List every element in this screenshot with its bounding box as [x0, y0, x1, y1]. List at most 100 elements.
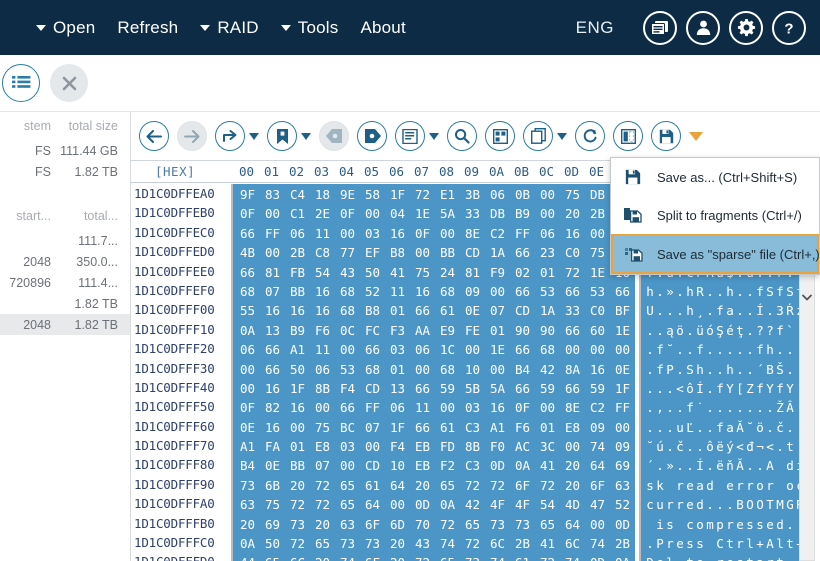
hex-byte[interactable]: 59 [585, 379, 610, 398]
ascii-char[interactable] [715, 476, 725, 495]
ascii-char[interactable]: a [695, 476, 705, 495]
ascii-char[interactable]: r [665, 534, 675, 553]
hex-byte[interactable]: 72 [560, 263, 585, 282]
hex-byte[interactable]: 00 [610, 340, 635, 359]
table-row[interactable]: FS 1.82 TB [0, 161, 130, 182]
ascii-char[interactable]: . [675, 456, 685, 475]
menu-item-about[interactable]: About [360, 18, 405, 38]
hex-byte[interactable]: B9 [285, 321, 310, 340]
ascii-char[interactable]: t [685, 553, 695, 561]
hex-byte[interactable]: 68 [335, 301, 360, 320]
hex-byte-grid[interactable]: 9F83C4189E581F72E13B060B0075DBA30F00C12E… [231, 184, 635, 561]
hex-byte[interactable]: FB [285, 263, 310, 282]
hex-byte[interactable]: 73 [285, 515, 310, 534]
ascii-row[interactable]: h.».hR..h..fSfSf [641, 281, 812, 300]
ascii-char[interactable]: . [715, 398, 725, 417]
hex-byte[interactable]: 68 [535, 340, 560, 359]
ascii-row[interactable]: .fP.Sh..h..´BŠ.. [641, 359, 812, 378]
hex-row[interactable]: 44656C20746F20726573746172740D0A [235, 552, 635, 561]
ascii-char[interactable]: Z [745, 379, 755, 398]
hex-byte[interactable]: 6F [585, 476, 610, 495]
hex-byte[interactable]: 73 [485, 515, 510, 534]
hex-row[interactable]: 00 16 1F 8B F4 CD 13 66 59 5B 5A 66 59 66 59 1F [235, 378, 635, 397]
ascii-char[interactable]: . [785, 418, 795, 437]
ascii-char[interactable]: e [725, 553, 735, 561]
hex-byte[interactable]: 24 [435, 263, 460, 282]
ascii-char[interactable]: f [775, 282, 785, 301]
hex-byte[interactable]: 0F [235, 398, 260, 417]
menu-item-save-as[interactable]: Save as... (Ctrl+Shift+S) [611, 158, 819, 196]
hex-byte[interactable]: 00 [460, 340, 485, 359]
hex-byte[interactable]: 72 [535, 476, 560, 495]
ascii-char[interactable]: . [715, 360, 725, 379]
ascii-char[interactable]: + [755, 534, 765, 553]
scroll-down-arrow-icon[interactable] [800, 289, 814, 305]
hex-byte[interactable]: 33 [460, 204, 485, 223]
ascii-char[interactable]: l [775, 534, 785, 553]
hex-byte[interactable]: BB [285, 456, 310, 475]
ascii-char[interactable]: h [725, 282, 735, 301]
ascii-char[interactable]: ö [755, 418, 765, 437]
hex-byte[interactable]: 2B [510, 534, 535, 553]
close-icon[interactable] [50, 64, 88, 102]
hex-byte[interactable]: 0F [335, 204, 360, 223]
ascii-char[interactable]: . [655, 418, 665, 437]
ascii-char[interactable]: . [685, 437, 695, 456]
hex-byte[interactable]: 07 [260, 282, 285, 301]
ascii-char[interactable]: S [685, 360, 695, 379]
ascii-row[interactable]: curred...BOOTMGR [641, 494, 812, 513]
ascii-char[interactable]: k [655, 476, 665, 495]
hex-row[interactable]: 20 69 73 20 63 6F 6D 70 72 65 73 73 65 64 00 0D [235, 514, 635, 533]
hex-row[interactable]: 6681FB54435041752481F90201721E16 [235, 262, 635, 281]
ascii-char[interactable]: . [695, 437, 705, 456]
hex-byte[interactable]: 00 [560, 340, 585, 359]
hex-byte[interactable]: 8E [560, 398, 585, 417]
hex-byte[interactable]: 50 [260, 534, 285, 553]
ascii-char[interactable]: r [745, 476, 755, 495]
ascii-char[interactable]: S [765, 282, 775, 301]
hex-byte[interactable]: A1 [285, 340, 310, 359]
hex-row[interactable]: 0E 16 00 75 BC 07 1F 66 61 C3 A1 F6 01 E8 09 00 [235, 417, 635, 436]
hex-row[interactable]: 4B002BC877EFB800BBCD1A6623C0752D [235, 242, 635, 261]
ascii-char[interactable]: c [645, 495, 655, 514]
ascii-char[interactable]: ? [765, 321, 775, 340]
ascii-row[interactable]: ...<ôÍ.fY[ZfYfY. [641, 378, 812, 397]
ascii-char[interactable]: ô [705, 437, 715, 456]
hex-byte[interactable]: 65 [460, 515, 485, 534]
ascii-char[interactable]: h [685, 282, 695, 301]
ascii-char[interactable]: Í [755, 301, 765, 320]
hex-byte[interactable]: 11 [310, 340, 335, 359]
ascii-char[interactable]: r [765, 476, 775, 495]
hex-byte[interactable]: 0F [235, 204, 260, 223]
hex-byte[interactable]: B8 [360, 301, 385, 320]
hex-byte[interactable]: 00 [410, 243, 435, 262]
hex-byte[interactable]: 6F [360, 515, 385, 534]
hex-byte[interactable]: 52 [610, 495, 635, 514]
hex-byte[interactable]: FF [510, 224, 535, 243]
hex-byte[interactable]: 73 [460, 553, 485, 561]
hex-byte[interactable]: 1F [285, 379, 310, 398]
ascii-char[interactable]: Ľ [685, 418, 695, 437]
ascii-char[interactable]: . [655, 379, 665, 398]
ascii-char[interactable]: o [695, 553, 705, 561]
hex-byte[interactable]: 1E [485, 340, 510, 359]
ascii-char[interactable]: . [745, 321, 755, 340]
hex-byte[interactable]: 0A [610, 553, 635, 561]
hex-byte[interactable]: 42 [460, 495, 485, 514]
hex-byte[interactable]: 00 [335, 456, 360, 475]
hex-byte[interactable]: 66 [235, 224, 260, 243]
ascii-char[interactable]: . [745, 301, 755, 320]
hex-byte[interactable]: 74 [560, 553, 585, 561]
ascii-char[interactable]: < [675, 379, 685, 398]
hex-byte[interactable]: 60 [585, 321, 610, 340]
hex-byte[interactable]: 81 [460, 263, 485, 282]
ascii-char[interactable]: . [745, 360, 755, 379]
hex-byte[interactable]: 0D [410, 495, 435, 514]
copy-icon[interactable] [523, 121, 553, 151]
ascii-row[interactable]: ˘ú.č..ôëý<đ¬<.t. [641, 436, 812, 455]
ascii-char[interactable]: ý [725, 437, 735, 456]
ascii-char[interactable]: . [785, 515, 795, 534]
ascii-char[interactable] [675, 515, 685, 534]
hex-byte[interactable]: 90 [535, 321, 560, 340]
ascii-char[interactable]: . [645, 340, 655, 359]
